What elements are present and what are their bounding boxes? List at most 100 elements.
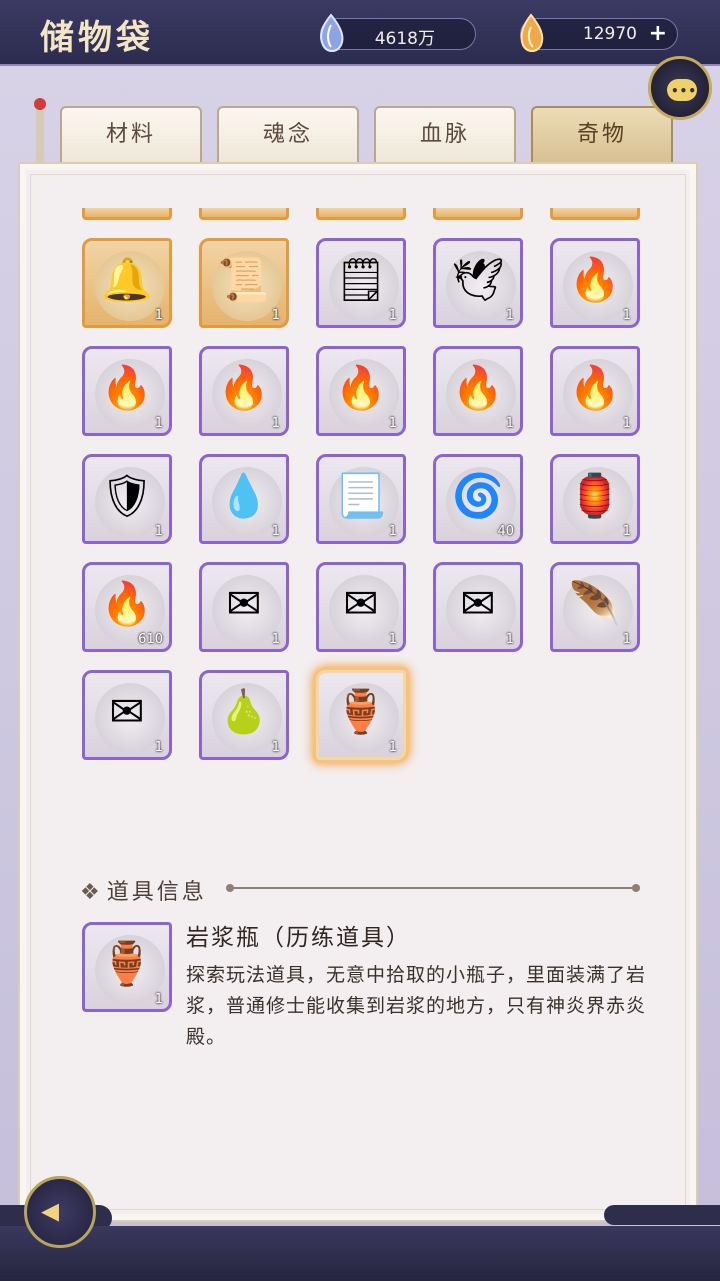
currency-soul-gems[interactable]: 4618万 bbox=[320, 13, 476, 52]
item-count: 1 bbox=[388, 308, 397, 323]
item-count: 1 bbox=[622, 416, 631, 431]
item-count: 1 bbox=[622, 524, 631, 539]
add-currency-button[interactable]: + bbox=[649, 21, 667, 46]
partial-item-slot[interactable] bbox=[550, 208, 640, 220]
magma-bottle-icon: 🏺 bbox=[334, 687, 388, 736]
item-slot[interactable]: 📜 1 bbox=[199, 238, 289, 328]
fire-orb-icon: 🔥 bbox=[568, 363, 622, 412]
fire-orb-icon: 🔥 bbox=[568, 255, 622, 304]
item-count: 1 bbox=[271, 524, 280, 539]
amulet-icon: 🛡 bbox=[100, 471, 154, 520]
item-count: 1 bbox=[154, 740, 163, 755]
page-title: 储物袋 bbox=[40, 18, 154, 58]
soul-gem-amount: 4618万 bbox=[374, 29, 435, 49]
item-slot[interactable]: 🔥 1 bbox=[82, 346, 172, 436]
partial-item-slot[interactable] bbox=[316, 208, 406, 220]
partial-item-slot[interactable] bbox=[433, 208, 523, 220]
item-count: 1 bbox=[154, 992, 163, 1007]
letter-icon: ✉ bbox=[343, 579, 379, 628]
scroll-icon: 📜 bbox=[217, 255, 271, 304]
item-count: 1 bbox=[505, 416, 514, 431]
item-slot[interactable]: 🔥 1 bbox=[433, 346, 523, 436]
flame-coin-amount: 12970 bbox=[582, 24, 637, 44]
item-slot[interactable]: ✉ 1 bbox=[316, 562, 406, 652]
golden-flame-icon: 🔥 bbox=[100, 579, 154, 628]
bottom-bar bbox=[0, 1226, 720, 1281]
bell-ornament-icon: 🔔 bbox=[100, 255, 154, 304]
tab-bloodline[interactable]: 血脉 bbox=[374, 106, 516, 162]
magma-bottle-icon: 🏺 bbox=[100, 939, 154, 988]
chat-dots: ••• bbox=[671, 84, 698, 98]
tab-materials[interactable]: 材料 bbox=[60, 106, 202, 162]
item-count: 1 bbox=[388, 632, 397, 647]
item-slot[interactable]: 🗒 1 bbox=[316, 238, 406, 328]
item-count: 1 bbox=[154, 524, 163, 539]
item-count: 1 bbox=[271, 632, 280, 647]
item-slot[interactable]: 🛡 1 bbox=[82, 454, 172, 544]
back-button[interactable]: ◂ bbox=[24, 1176, 96, 1248]
red-feather-icon: 🪶 bbox=[568, 579, 622, 628]
chat-button[interactable]: ••• bbox=[648, 56, 712, 120]
item-slot[interactable]: ✉ 1 bbox=[82, 670, 172, 760]
item-slot[interactable]: ✉ 1 bbox=[433, 562, 523, 652]
item-count: 1 bbox=[388, 740, 397, 755]
flame-coin-icon bbox=[520, 13, 544, 52]
wings-icon: 🕊 bbox=[451, 255, 505, 304]
item-slot[interactable]: 🪶 1 bbox=[550, 562, 640, 652]
item-count: 1 bbox=[622, 308, 631, 323]
back-arrow-icon: ◂ bbox=[41, 1190, 60, 1231]
item-slot[interactable]: 🔥 1 bbox=[550, 238, 640, 328]
item-slot[interactable]: 🌀 40 bbox=[433, 454, 523, 544]
item-count: 1 bbox=[388, 416, 397, 431]
divine-seal-icon: 🏮 bbox=[568, 471, 622, 520]
fire-orb-icon: 🔥 bbox=[451, 363, 505, 412]
item-slot[interactable]: 🔔 1 bbox=[82, 238, 172, 328]
fire-orb-icon: 🔥 bbox=[100, 363, 154, 412]
currency-flame-coins[interactable]: 12970 + bbox=[520, 13, 678, 52]
item-count: 1 bbox=[271, 308, 280, 323]
item-count: 1 bbox=[154, 416, 163, 431]
top-bar: 储物袋 4618万 12970 + bbox=[0, 0, 720, 66]
fire-orb-icon: 🔥 bbox=[217, 363, 271, 412]
item-slot[interactable]: 🏺 1 bbox=[316, 670, 406, 760]
item-count: 610 bbox=[138, 632, 163, 647]
item-slot[interactable]: 🔥 1 bbox=[199, 346, 289, 436]
water-drop-icon: 💧 bbox=[217, 471, 271, 520]
item-count: 1 bbox=[505, 632, 514, 647]
item-info-header: ❖ 道具信息 bbox=[80, 874, 207, 906]
item-slot[interactable]: 🏮 1 bbox=[550, 454, 640, 544]
item-description: 探索玩法道具，无意中拾取的小瓶子，里面装满了岩浆，普通修士能收集到岩浆的地方，只… bbox=[186, 964, 647, 1048]
partial-item-slot[interactable] bbox=[199, 208, 289, 220]
item-slot[interactable]: ✉ 1 bbox=[199, 562, 289, 652]
blue-flame-icon: 🌀 bbox=[451, 471, 505, 520]
divider-line bbox=[226, 884, 640, 892]
item-count: 1 bbox=[622, 632, 631, 647]
partial-item-slot[interactable] bbox=[82, 208, 172, 220]
item-slot[interactable]: 🔥 1 bbox=[316, 346, 406, 436]
item-slot[interactable]: 🔥 1 bbox=[550, 346, 640, 436]
item-slot[interactable]: 🕊 1 bbox=[433, 238, 523, 328]
item-name: 岩浆瓶（历练道具） bbox=[186, 925, 411, 951]
letter-icon: ✉ bbox=[226, 579, 262, 628]
tab-curios[interactable]: 奇物 bbox=[531, 106, 673, 162]
item-slot[interactable]: 🍐 1 bbox=[199, 670, 289, 760]
item-count: 1 bbox=[271, 416, 280, 431]
item-info-title: 道具信息 bbox=[106, 880, 207, 905]
item-count: 1 bbox=[388, 524, 397, 539]
tab-decoration bbox=[34, 98, 46, 164]
bottom-accent-right bbox=[604, 1205, 720, 1225]
item-slot[interactable]: 📃 1 bbox=[316, 454, 406, 544]
tab-soul-thoughts[interactable]: 魂念 bbox=[217, 106, 359, 162]
item-count: 1 bbox=[154, 308, 163, 323]
selected-item-preview: 🏺 1 bbox=[82, 922, 172, 1012]
item-slot[interactable]: 💧 1 bbox=[199, 454, 289, 544]
talisman-icon: 🗒 bbox=[334, 255, 388, 304]
item-slot[interactable]: 🔥 610 bbox=[82, 562, 172, 652]
paper-scroll-icon: 📃 bbox=[334, 471, 388, 520]
letter-icon: ✉ bbox=[460, 579, 496, 628]
item-count: 1 bbox=[505, 308, 514, 323]
item-count: 1 bbox=[271, 740, 280, 755]
letter-icon: ✉ bbox=[109, 687, 145, 736]
item-count: 40 bbox=[497, 524, 514, 539]
soul-gem-icon bbox=[320, 13, 344, 52]
